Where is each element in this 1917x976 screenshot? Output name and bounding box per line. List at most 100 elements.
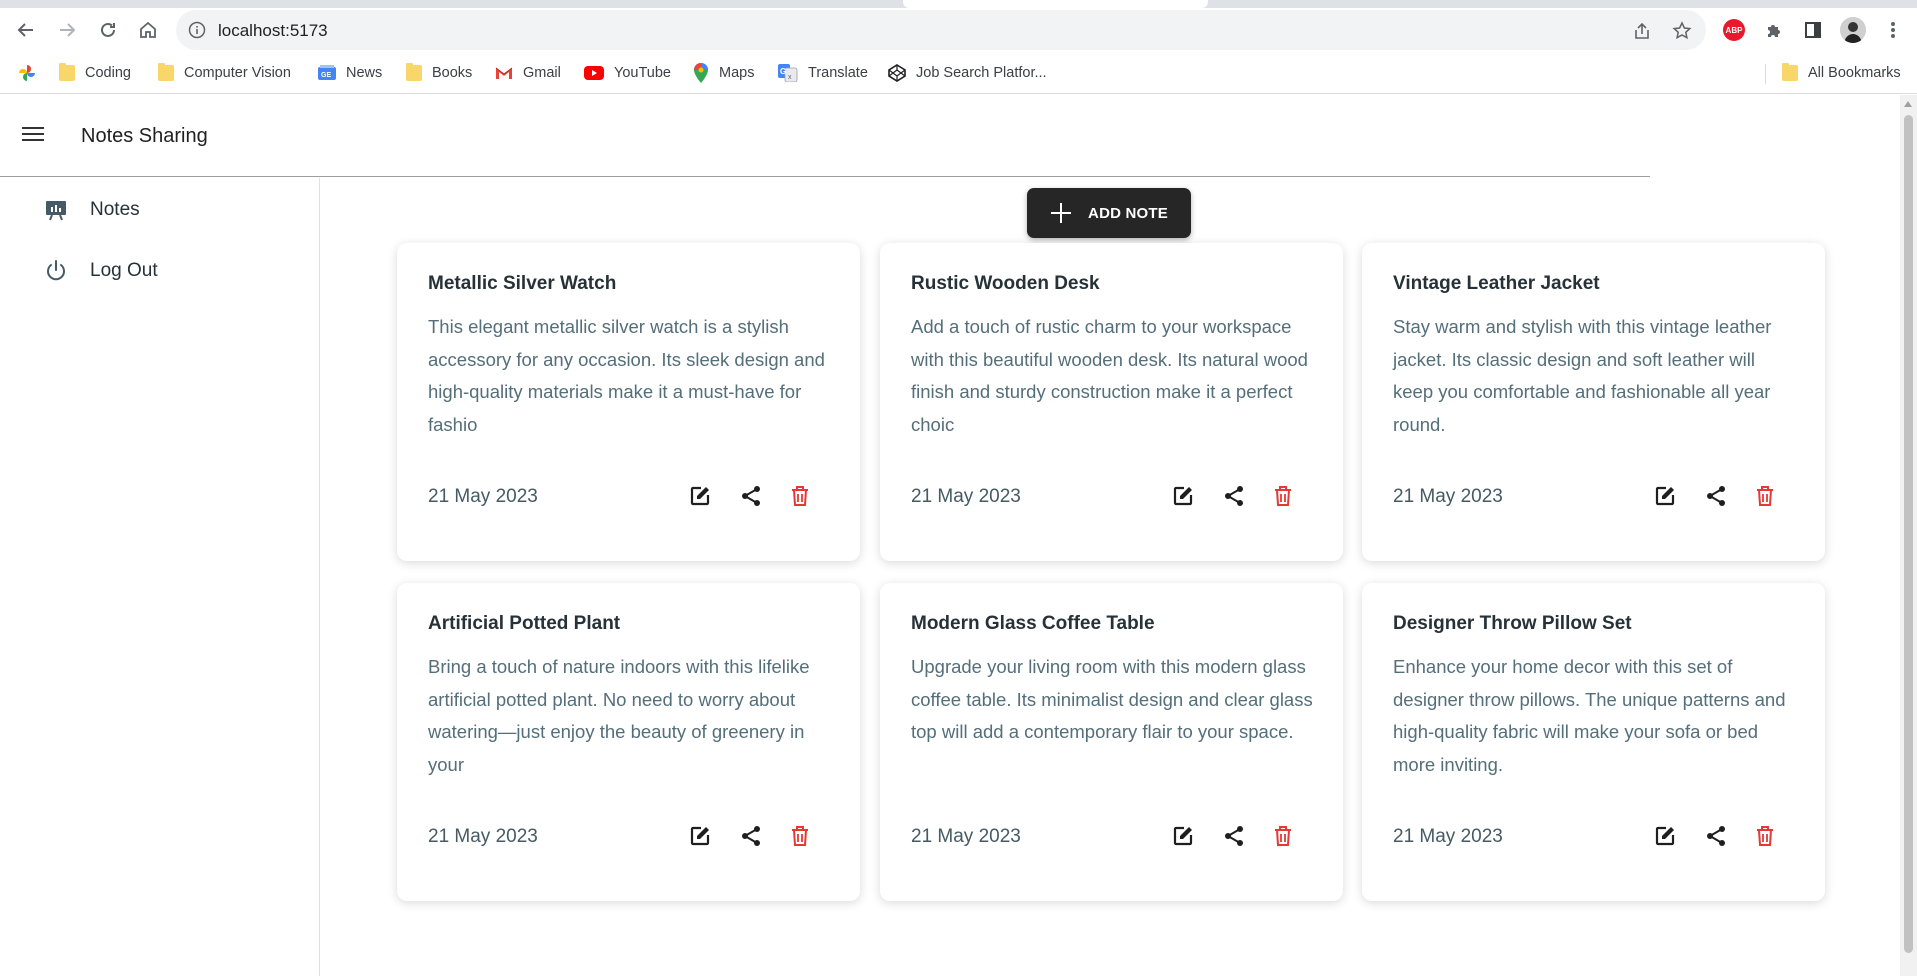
- share-icon: [1707, 826, 1725, 846]
- note-date: 21 May 2023: [1393, 486, 1503, 507]
- note-description: Enhance your home decor with this set of…: [1393, 656, 1786, 775]
- bookmark-maps[interactable]: Maps: [693, 62, 754, 84]
- scrollbar-thumb[interactable]: [1904, 115, 1913, 953]
- bookmark-youtube[interactable]: YouTube: [584, 62, 671, 84]
- bookmark-gmail[interactable]: Gmail: [495, 62, 561, 84]
- delete-note-button[interactable]: [787, 483, 813, 509]
- youtube-icon: [584, 66, 604, 80]
- note-date: 21 May 2023: [428, 826, 538, 847]
- delete-note-button[interactable]: [1270, 483, 1296, 509]
- folder-icon: [406, 63, 422, 81]
- share-note-button[interactable]: [1221, 483, 1247, 509]
- share-page-icon[interactable]: [1632, 21, 1652, 41]
- bookmark-label: Job Search Platfor...: [916, 65, 1047, 81]
- edit-note-button[interactable]: [1170, 823, 1196, 849]
- extensions-button[interactable]: [1760, 16, 1788, 44]
- add-note-button[interactable]: ADD NOTE: [1027, 188, 1191, 238]
- google-news-icon: GE: [318, 65, 336, 80]
- sidebar-item-label: Log Out: [90, 260, 158, 281]
- note-description: Add a touch of rustic charm to your work…: [911, 316, 1308, 435]
- reload-button[interactable]: [94, 16, 122, 44]
- bookmark-label: Computer Vision: [184, 65, 291, 81]
- page-scrollbar[interactable]: [1900, 95, 1917, 976]
- kebab-menu-icon: [1891, 22, 1895, 38]
- bookmark-label: YouTube: [614, 65, 671, 81]
- plus-icon: [1051, 203, 1072, 223]
- share-note-button[interactable]: [738, 823, 764, 849]
- maps-icon: [694, 63, 708, 83]
- side-panel-button[interactable]: [1799, 16, 1827, 44]
- folder-icon: [158, 63, 174, 81]
- bookmark-translate[interactable]: Gx Translate: [778, 62, 868, 84]
- side-panel-icon: [1805, 22, 1821, 38]
- trash-icon: [792, 486, 808, 506]
- delete-note-button[interactable]: [1752, 823, 1778, 849]
- bookmark-computer-vision[interactable]: Computer Vision: [158, 62, 291, 84]
- share-note-button[interactable]: [738, 483, 764, 509]
- share-note-button[interactable]: [1703, 483, 1729, 509]
- bookmark-books[interactable]: Books: [406, 62, 472, 84]
- edit-note-button[interactable]: [1652, 483, 1678, 509]
- share-note-button[interactable]: [1221, 823, 1247, 849]
- edit-icon: [1655, 826, 1675, 846]
- all-bookmarks-button[interactable]: All Bookmarks: [1782, 62, 1901, 84]
- scroll-up-icon[interactable]: [1904, 101, 1912, 107]
- site-info-icon[interactable]: [188, 21, 206, 39]
- edit-note-button[interactable]: [687, 483, 713, 509]
- bookmark-label: News: [346, 65, 383, 81]
- all-bookmarks-label: All Bookmarks: [1808, 65, 1901, 81]
- note-card: Metallic Silver Watch This elegant metall…: [397, 243, 860, 561]
- edit-note-button[interactable]: [1170, 483, 1196, 509]
- svg-text:G: G: [780, 67, 786, 76]
- bookmark-google-photos[interactable]: [18, 62, 36, 84]
- sidebar-item-logout[interactable]: Log Out: [44, 251, 158, 291]
- note-date: 21 May 2023: [911, 826, 1021, 847]
- note-description: This elegant metallic silver watch is a …: [428, 316, 825, 435]
- back-button[interactable]: [12, 16, 40, 44]
- delete-note-button[interactable]: [787, 823, 813, 849]
- bookmark-label: Gmail: [523, 65, 561, 81]
- url-text[interactable]: localhost:5173: [218, 21, 328, 41]
- share-icon: [1225, 486, 1243, 506]
- folder-icon: [59, 63, 75, 81]
- note-card: Modern Glass Coffee Table Upgrade your li…: [880, 583, 1343, 901]
- sidebar-item-notes[interactable]: Notes: [44, 190, 140, 230]
- share-icon: [1225, 826, 1243, 846]
- profile-button[interactable]: [1839, 16, 1867, 44]
- share-icon: [742, 826, 760, 846]
- active-tab[interactable]: [903, 0, 1208, 8]
- browser-menu-button[interactable]: [1879, 16, 1907, 44]
- edit-note-button[interactable]: [687, 823, 713, 849]
- note-title: Modern Glass Coffee Table: [911, 613, 1155, 634]
- arrow-left-icon: [17, 23, 33, 37]
- edit-icon: [1173, 826, 1193, 846]
- bookmark-label: Books: [432, 65, 473, 81]
- tab-strip: [0, 0, 1917, 8]
- edit-icon: [690, 826, 710, 846]
- bookmark-coding[interactable]: Coding: [59, 62, 131, 84]
- delete-note-button[interactable]: [1752, 483, 1778, 509]
- bookmark-job-search[interactable]: Job Search Platfor...: [888, 62, 1047, 84]
- delete-note-button[interactable]: [1270, 823, 1296, 849]
- forward-button[interactable]: [53, 16, 81, 44]
- note-date: 21 May 2023: [911, 486, 1021, 507]
- trash-icon: [1275, 486, 1291, 506]
- share-note-button[interactable]: [1703, 823, 1729, 849]
- edit-note-button[interactable]: [1652, 823, 1678, 849]
- note-card: Designer Throw Pillow Set Enhance your ho…: [1362, 583, 1825, 901]
- note-card: Vintage Leather Jacket Stay warm and styl…: [1362, 243, 1825, 561]
- note-title: Metallic Silver Watch: [428, 273, 617, 294]
- app-root: Notes Sharing Notes Log Out ADD NOTE Met…: [0, 95, 1900, 976]
- address-bar[interactable]: localhost:5173: [176, 10, 1706, 50]
- hamburger-menu-button[interactable]: [22, 123, 48, 147]
- note-date: 21 May 2023: [1393, 826, 1503, 847]
- bookmark-star-icon[interactable]: [1672, 21, 1692, 41]
- home-icon: [140, 21, 156, 38]
- bookmark-news[interactable]: GE News: [318, 62, 382, 84]
- trash-icon: [1757, 486, 1773, 506]
- bookmarks-divider: [1765, 64, 1766, 84]
- adblock-extension-button[interactable]: ABP: [1720, 16, 1748, 44]
- home-button[interactable]: [134, 16, 162, 44]
- note-title: Vintage Leather Jacket: [1393, 273, 1600, 294]
- bookmark-label: Translate: [808, 65, 868, 81]
